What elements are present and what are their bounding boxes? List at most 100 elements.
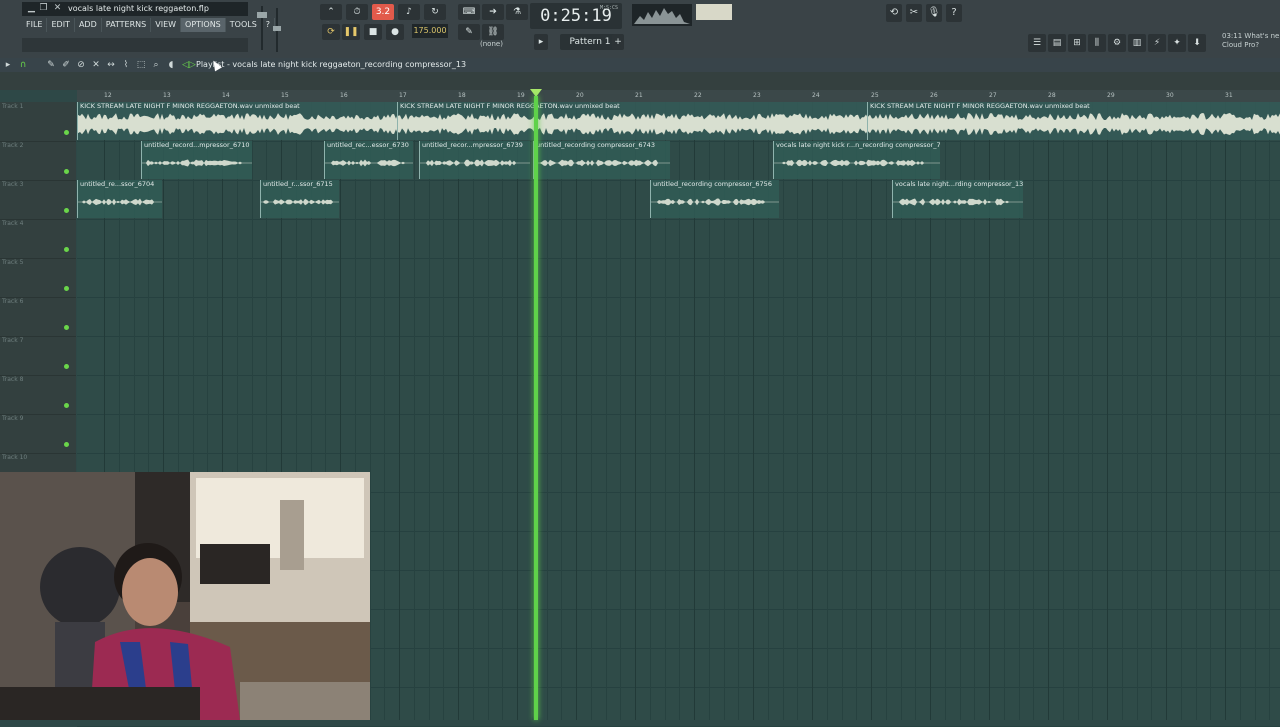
typing-keyboard-icon[interactable]: ⌨: [458, 4, 480, 20]
track-mute-led[interactable]: [64, 403, 69, 408]
snap-icon[interactable]: ✎: [458, 24, 480, 40]
minimize-icon[interactable]: ▁: [26, 3, 37, 14]
ruler-number: 29: [1107, 92, 1115, 99]
time-unit: M:S:CS: [599, 5, 618, 11]
track-header[interactable]: Track 3: [0, 180, 76, 220]
slice-icon[interactable]: ⌇: [120, 58, 132, 72]
track-mute-led[interactable]: [64, 247, 69, 252]
track-mute-led[interactable]: [64, 169, 69, 174]
news-panel[interactable]: 03:11 What's ne Cloud Pro?: [1222, 32, 1279, 50]
browser-icon[interactable]: ▥: [1128, 34, 1146, 52]
track-header[interactable]: Track 1: [0, 102, 76, 142]
audio-clip[interactable]: untitled_record...mpressor_6710: [141, 141, 252, 179]
ruler-number: 12: [104, 92, 112, 99]
next-icon[interactable]: ➔: [482, 4, 504, 20]
track-mute-led[interactable]: [64, 208, 69, 213]
plugin-icon[interactable]: ⚙: [1108, 34, 1126, 52]
menu-add[interactable]: ADD: [75, 18, 102, 32]
delete-icon[interactable]: ⊘: [75, 58, 87, 72]
menu-file[interactable]: FILE: [22, 18, 48, 32]
track-header[interactable]: Track 9: [0, 414, 76, 454]
audio-clip[interactable]: KICK STREAM LATE NIGHT F MINOR REGGAETON…: [397, 102, 868, 140]
clip-waveform: [142, 159, 252, 167]
track-header[interactable]: Track 4: [0, 219, 76, 259]
wait-input-icon[interactable]: ⏱: [346, 4, 368, 20]
audio-clip[interactable]: untitled_r...ssor_6715: [260, 180, 339, 218]
track-header[interactable]: Track 2: [0, 141, 76, 181]
pencil-icon[interactable]: ✎: [45, 58, 57, 72]
loop-toggle-icon[interactable]: ⟳: [322, 24, 340, 40]
mixer-window-icon[interactable]: ⫼: [1088, 34, 1106, 52]
master-volume-slider[interactable]: [255, 4, 269, 52]
slip-icon[interactable]: ↔: [105, 58, 117, 72]
playhead[interactable]: [534, 96, 538, 720]
piano-roll-icon[interactable]: ▤: [1048, 34, 1066, 52]
audio-clip[interactable]: untitled_recording compressor_6743: [533, 141, 670, 179]
menu-view[interactable]: VIEW: [151, 18, 182, 32]
audio-clip[interactable]: untitled_recor...mpressor_6739: [419, 141, 530, 179]
toolbar: ▁ ❐ ✕ vocals late night kick reggaeton.f…: [0, 0, 1280, 59]
pattern-prev-icon[interactable]: ▸: [534, 34, 548, 50]
audio-clip[interactable]: untitled_recording compressor_6756: [650, 180, 779, 218]
download-icon[interactable]: ⬇: [1188, 34, 1206, 52]
playlist-nav-icon[interactable]: ◁▷: [182, 58, 196, 72]
record-button[interactable]: ●: [386, 24, 404, 40]
stop-button[interactable]: ■: [364, 24, 382, 40]
track-header[interactable]: Track 7: [0, 336, 76, 376]
magnet-icon[interactable]: ∩: [17, 58, 29, 72]
zoom-icon[interactable]: ⌕: [150, 58, 162, 72]
audio-clip[interactable]: KICK STREAM LATE NIGHT F MINOR REGGAETON…: [77, 102, 398, 140]
pause-button[interactable]: ❚❚: [342, 24, 360, 40]
restore-icon[interactable]: ❐: [38, 3, 49, 14]
countdown-badge[interactable]: 3.2: [372, 4, 394, 20]
cut-icon[interactable]: ✂: [906, 4, 922, 22]
playlist-arrow-icon[interactable]: ▸: [2, 58, 14, 72]
pattern-add-icon[interactable]: +: [612, 34, 624, 50]
track-header[interactable]: Track 6: [0, 297, 76, 337]
track-header[interactable]: Track 5: [0, 258, 76, 298]
pattern-selector[interactable]: Pattern 1: [560, 34, 620, 50]
close-icon[interactable]: ✕: [52, 3, 63, 14]
time-display[interactable]: 0:25:19 M:S:CS: [530, 3, 622, 29]
track-mute-led[interactable]: [64, 325, 69, 330]
track-mute-led[interactable]: [64, 442, 69, 447]
audio-clip[interactable]: vocals late night kick r...n_recording c…: [773, 141, 940, 179]
tools-icon[interactable]: ✦: [1168, 34, 1186, 52]
mixer-icon[interactable]: ⚗: [506, 4, 528, 20]
track-header[interactable]: Track 8: [0, 375, 76, 415]
snap-selector[interactable]: (none): [480, 40, 503, 48]
plugin-db-icon[interactable]: ⚡: [1148, 34, 1166, 52]
master-pitch-slider[interactable]: [272, 8, 282, 52]
step-edit-icon[interactable]: ♪: [398, 4, 420, 20]
loop-record-icon[interactable]: ↻: [424, 4, 446, 20]
paint-icon[interactable]: ✐: [60, 58, 72, 72]
track-mute-led[interactable]: [64, 130, 69, 135]
menu-edit[interactable]: EDIT: [47, 18, 75, 32]
mute-icon[interactable]: ✕: [90, 58, 102, 72]
mic-icon[interactable]: 🎙: [926, 4, 942, 22]
playback-icon[interactable]: ◖: [165, 58, 177, 72]
menu-options[interactable]: OPTIONS: [181, 18, 226, 32]
audio-clip[interactable]: KICK STREAM LATE NIGHT F MINOR REGGAETON…: [867, 102, 1280, 140]
audio-clip[interactable]: untitled_rec...essor_6730: [324, 141, 413, 179]
grid-line: [384, 102, 386, 720]
metronome-icon[interactable]: ⌃: [320, 4, 342, 20]
tempo-display[interactable]: 175.000: [412, 24, 448, 38]
grid-line: [1048, 102, 1049, 720]
menu-patterns[interactable]: PATTERNS: [102, 18, 152, 32]
track-label: Track 8: [2, 376, 24, 383]
track-mute-led[interactable]: [64, 364, 69, 369]
audio-clip[interactable]: vocals late night...rding compressor_13: [892, 180, 1023, 218]
grid-line: [1092, 102, 1094, 720]
undo-icon[interactable]: ⟲: [886, 4, 902, 22]
channel-rack-icon[interactable]: ⊞: [1068, 34, 1086, 52]
clip-name: vocals late night kick r...n_recording c…: [776, 141, 940, 149]
grid-line: [635, 102, 636, 720]
track-mute-led[interactable]: [64, 286, 69, 291]
playlist-window-icon[interactable]: ☰: [1028, 34, 1046, 52]
help-icon[interactable]: ?: [946, 4, 962, 22]
select-icon[interactable]: ⬚: [135, 58, 147, 72]
audio-clip[interactable]: untitled_re...ssor_6704: [77, 180, 162, 218]
track-label: Track 7: [2, 337, 24, 344]
link-icon[interactable]: ⛓: [482, 24, 504, 40]
